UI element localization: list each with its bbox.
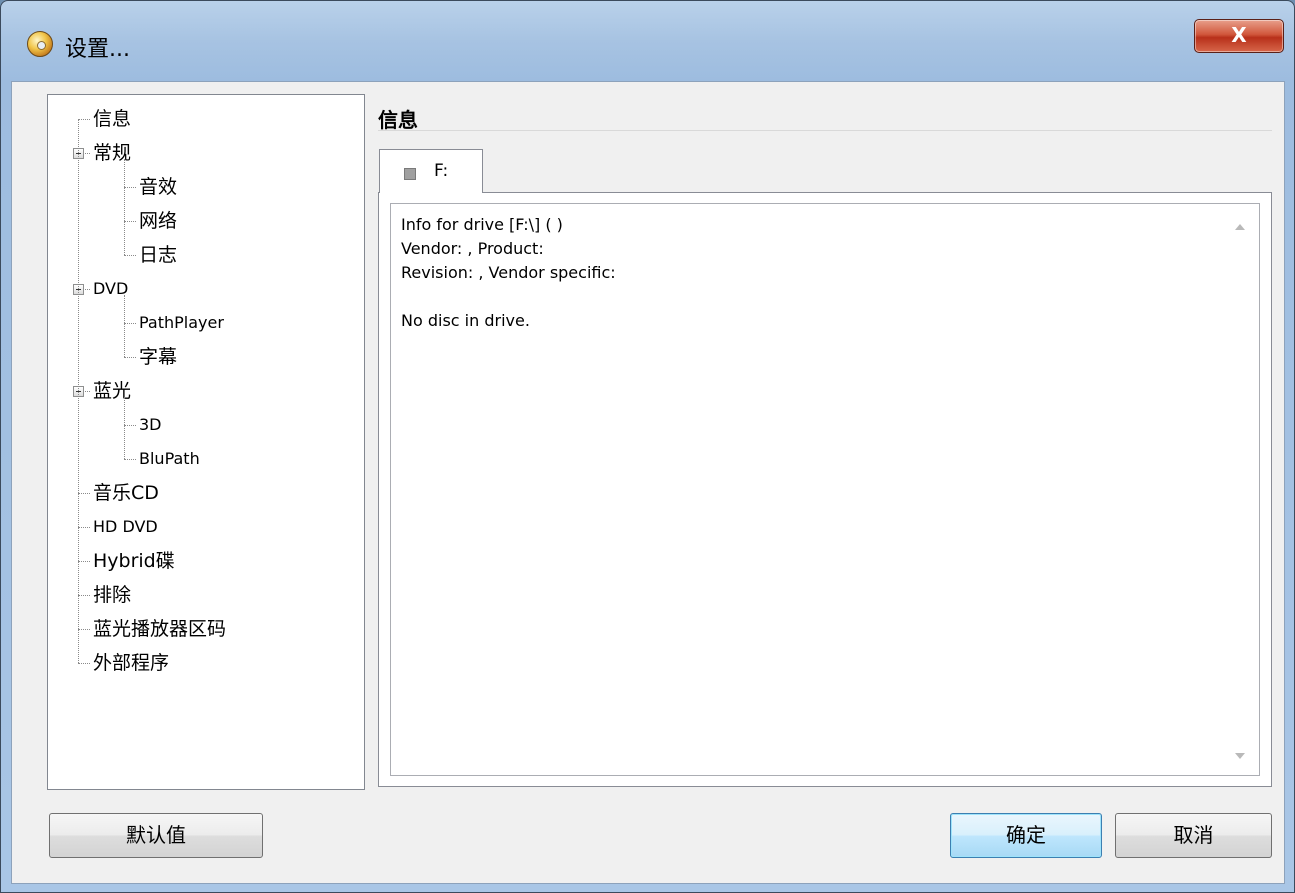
- tree-item[interactable]: 排除: [48, 579, 364, 611]
- tree-item-label: BluPath: [139, 449, 200, 468]
- restore-defaults-button[interactable]: 默认值: [49, 813, 263, 858]
- tree-item-label: 字幕: [139, 346, 178, 368]
- tree-item[interactable]: 蓝光: [48, 375, 364, 407]
- tree-connector: [124, 459, 136, 460]
- info-line: No disc in drive.: [401, 311, 530, 330]
- tree-connector: [78, 493, 90, 494]
- tree-item-label: Hybrid碟: [93, 550, 175, 572]
- drive-info-text: Info for drive [F:\] ( ) Vendor: , Produ…: [401, 213, 616, 333]
- tree-item-label: 常规: [93, 142, 132, 164]
- tab-label: F:: [434, 161, 449, 181]
- tree-item[interactable]: PathPlayer: [48, 307, 364, 339]
- tree-connector: [78, 527, 90, 528]
- tree-item-label: 音乐CD: [93, 482, 159, 504]
- tree-connector: [78, 119, 90, 120]
- disc-app-icon: [27, 31, 53, 57]
- tree-item[interactable]: 常规: [48, 137, 364, 169]
- tree-item-label: 信息: [93, 108, 132, 130]
- tree-connector: [78, 561, 90, 562]
- tree-connector: [78, 629, 90, 630]
- tree-item-label: 蓝光播放器区码: [93, 618, 227, 640]
- tree-connector: [124, 255, 136, 256]
- window-title: 设置...: [65, 37, 130, 62]
- tree-item[interactable]: Hybrid碟: [48, 545, 364, 577]
- tree-item[interactable]: 网络: [48, 205, 364, 237]
- scroll-down-arrow-icon[interactable]: [1235, 753, 1245, 759]
- tree-item[interactable]: 信息: [48, 103, 364, 135]
- scroll-up-arrow-icon[interactable]: [1235, 224, 1245, 230]
- close-button[interactable]: X: [1194, 19, 1284, 53]
- tree-item[interactable]: 蓝光播放器区码: [48, 613, 364, 645]
- section-title: 信息: [378, 108, 418, 132]
- title-bar[interactable]: 设置... X: [1, 1, 1294, 81]
- tree-item[interactable]: 日志: [48, 239, 364, 271]
- tab-drive-f[interactable]: F:: [379, 149, 483, 193]
- tree-connector: [124, 221, 136, 222]
- tree-item[interactable]: 3D: [48, 409, 364, 441]
- tree-item[interactable]: HD DVD: [48, 511, 364, 543]
- tree-connector: [124, 187, 136, 188]
- tree-item-label: PathPlayer: [139, 313, 224, 332]
- info-line: Vendor: , Product:: [401, 239, 544, 258]
- tree-item[interactable]: 音效: [48, 171, 364, 203]
- tree-connector: [124, 425, 136, 426]
- tab-checkbox-icon[interactable]: [404, 168, 416, 180]
- tree-item-label: 排除: [93, 584, 132, 606]
- info-line: [401, 285, 616, 309]
- tree-item[interactable]: 音乐CD: [48, 477, 364, 509]
- settings-tree[interactable]: 信息常规 音效网络日志 DVD PathPlayer 字幕 蓝光 3D BluPath 音乐CD…: [47, 94, 365, 790]
- tree-guide-line: [78, 119, 79, 663]
- tree-item-label: 日志: [139, 244, 178, 266]
- dialog-client-area: 信息常规 音效网络日志 DVD PathPlayer 字幕 蓝光 3D BluPath 音乐CD…: [11, 81, 1285, 884]
- tree-item-label: 网络: [139, 210, 178, 232]
- section-divider: [378, 130, 1272, 131]
- tree-connector: [124, 323, 136, 324]
- tree-connector: [124, 357, 136, 358]
- tree-item-label: 蓝光: [93, 380, 132, 402]
- tree-connector: [78, 663, 90, 664]
- tree-guide-line: [124, 295, 125, 357]
- tree-item-label: 3D: [139, 415, 162, 434]
- tree-item-label: 外部程序: [93, 652, 170, 674]
- tree-item-label: HD DVD: [93, 517, 158, 536]
- tree-connector: [78, 595, 90, 596]
- tree-guide-line: [124, 397, 125, 459]
- ok-button[interactable]: 确定: [950, 813, 1102, 858]
- tree-item[interactable]: BluPath: [48, 443, 364, 475]
- settings-window: 设置... X 信息常规 音效网络日志 DVD PathPlayer 字幕 蓝光 3D Blu…: [0, 0, 1295, 893]
- drive-info-textbox[interactable]: Info for drive [F:\] ( ) Vendor: , Produ…: [390, 203, 1260, 776]
- tree-item[interactable]: 外部程序: [48, 647, 364, 679]
- tree-item[interactable]: DVD: [48, 273, 364, 305]
- info-line: Revision: , Vendor specific:: [401, 263, 616, 282]
- cancel-button[interactable]: 取消: [1115, 813, 1272, 858]
- info-line: Info for drive [F:\] ( ): [401, 215, 563, 234]
- tree-item-label: 音效: [139, 176, 178, 198]
- tree-item[interactable]: 字幕: [48, 341, 364, 373]
- tree-guide-line: [124, 159, 125, 255]
